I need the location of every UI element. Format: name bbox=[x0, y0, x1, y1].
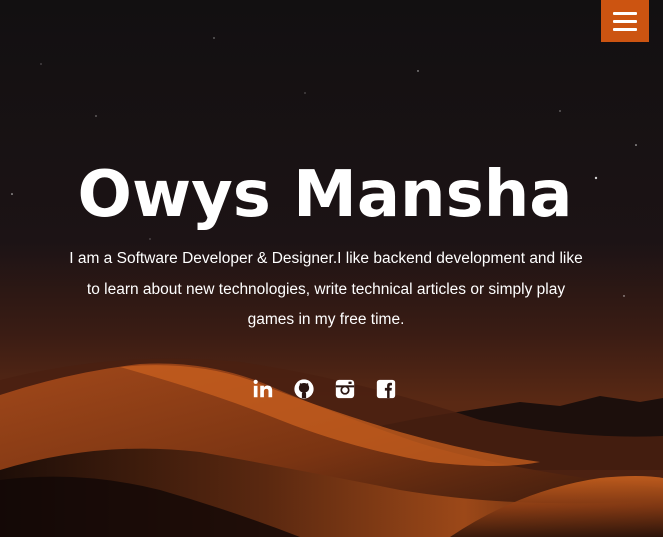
hamburger-menu-icon bbox=[613, 11, 637, 15]
menu-button[interactable] bbox=[601, 0, 649, 42]
hero-section: Owys Mansha I am a Software Developer & … bbox=[0, 0, 663, 537]
hamburger-menu-icon-bar bbox=[613, 19, 637, 23]
facebook-icon[interactable] bbox=[375, 378, 397, 400]
social-links bbox=[252, 378, 397, 400]
github-icon[interactable] bbox=[293, 378, 315, 400]
linkedin-icon[interactable] bbox=[252, 378, 274, 400]
hero-bio: I am a Software Developer & Designer.I l… bbox=[69, 250, 583, 328]
hero-name: Owys Mansha bbox=[77, 158, 573, 232]
instagram-icon[interactable] bbox=[334, 378, 356, 400]
hamburger-menu-icon-bar bbox=[613, 27, 637, 31]
